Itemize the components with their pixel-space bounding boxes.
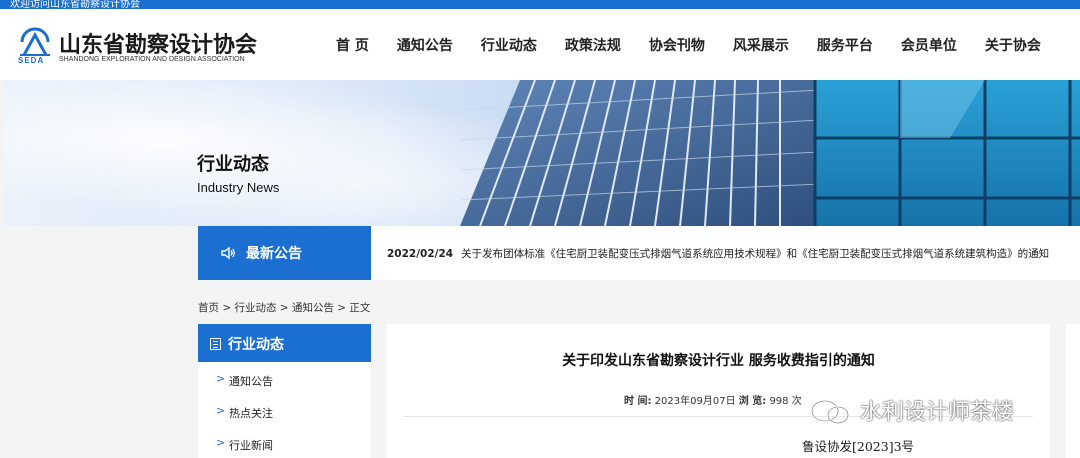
nav-policies[interactable]: 政策法规	[565, 35, 621, 57]
chevron-right-icon: >	[216, 436, 226, 449]
article-title: 关于印发山东省勘察设计行业 服务收费指引的通知	[562, 353, 875, 369]
right-edge-panel	[1066, 324, 1080, 458]
latest-notice-label: 最新公告	[246, 246, 302, 262]
nav-notices[interactable]: 通知公告	[397, 35, 453, 57]
article-meta: 时 间: 2023年09月07日 浏 览: 998 次	[624, 392, 802, 407]
nav-showcase[interactable]: 风采展示	[733, 35, 789, 57]
banner-title: 行业动态	[197, 154, 269, 175]
seda-logo-icon: SEDA	[16, 26, 54, 66]
main-nav: 首 页 通知公告 行业动态 政策法规 协会刊物 风采展示 服务平台 会员单位 关…	[336, 35, 1069, 57]
sidebar-item-label: 通知公告	[229, 375, 273, 388]
nav-services[interactable]: 服务平台	[817, 35, 873, 57]
speaker-icon	[221, 246, 235, 260]
chevron-right-icon: >	[216, 372, 226, 385]
chevron-right-icon: >	[216, 404, 226, 417]
nav-members[interactable]: 会员单位	[901, 35, 957, 57]
breadcrumb[interactable]: 首页 > 行业动态 > 通知公告 > 正文	[198, 300, 370, 315]
watermark-text: 水利设计师茶楼	[860, 400, 1015, 425]
latest-notice-bar: 最新公告 2022/02/24 关于发布团体标准《住宅厨卫装配变压式排烟气道系统应…	[198, 226, 1080, 280]
article: 关于印发山东省勘察设计行业 服务收费指引的通知 时 间: 2023年09月07日…	[387, 324, 1050, 458]
sidebar: 行业动态 > 通知公告 > 热点关注 > 行业新闻	[198, 324, 371, 458]
sidebar-item-label: 行业新闻	[229, 439, 273, 452]
publish-date: 2023年09月07日	[654, 396, 736, 407]
top-bar-text: 欢迎访问山东省勘察设计协会	[10, 0, 140, 9]
logo-name: 山东省勘察设计协会	[59, 33, 258, 58]
top-bar: 欢迎访问山东省勘察设计协会	[0, 0, 1080, 9]
banner-subtitle: Industry News	[197, 180, 280, 195]
nav-publications[interactable]: 协会刊物	[649, 35, 705, 57]
document-icon	[210, 338, 221, 350]
view-count: 998 次	[769, 396, 802, 407]
latest-notice-title: 关于发布团体标准《住宅厨卫装配变压式排烟气道系统应用技术规程》和《住宅厨卫装配变…	[461, 248, 1050, 260]
sidebar-header: 行业动态	[198, 324, 371, 362]
wechat-icon	[810, 399, 850, 425]
views-label: 浏 览:	[738, 396, 767, 407]
nav-about[interactable]: 关于协会	[985, 35, 1041, 57]
nav-industry-news[interactable]: 行业动态	[481, 35, 537, 57]
logo-abbr: SEDA	[18, 56, 45, 65]
header: SEDA 山东省勘察设计协会 SHANDONG EXPLORATION AND …	[0, 9, 1080, 80]
sidebar-item-label: 热点关注	[229, 407, 273, 420]
sidebar-item-hot-topics[interactable]: > 热点关注	[198, 402, 371, 432]
document-number: 鲁设协发[2023]3号	[802, 439, 915, 454]
site-logo[interactable]: SEDA 山东省勘察设计协会 SHANDONG EXPLORATION AND …	[16, 26, 276, 70]
logo-english-name: SHANDONG EXPLORATION AND DESIGN ASSOCIAT…	[59, 56, 245, 63]
sidebar-title: 行业动态	[228, 337, 284, 353]
page-banner: 行业动态 Industry News	[4, 80, 1080, 226]
latest-notice-header: 最新公告	[198, 226, 371, 280]
nav-home[interactable]: 首 页	[336, 35, 369, 57]
sidebar-item-industry-news[interactable]: > 行业新闻	[198, 434, 371, 458]
banner-building-image	[460, 80, 1080, 226]
sidebar-item-notices[interactable]: > 通知公告	[198, 370, 371, 400]
time-label: 时 间:	[624, 396, 652, 407]
latest-notice-date: 2022/02/24	[387, 248, 454, 260]
latest-notice-link[interactable]: 2022/02/24 关于发布团体标准《住宅厨卫装配变压式排烟气道系统应用技术规程…	[387, 246, 1077, 261]
